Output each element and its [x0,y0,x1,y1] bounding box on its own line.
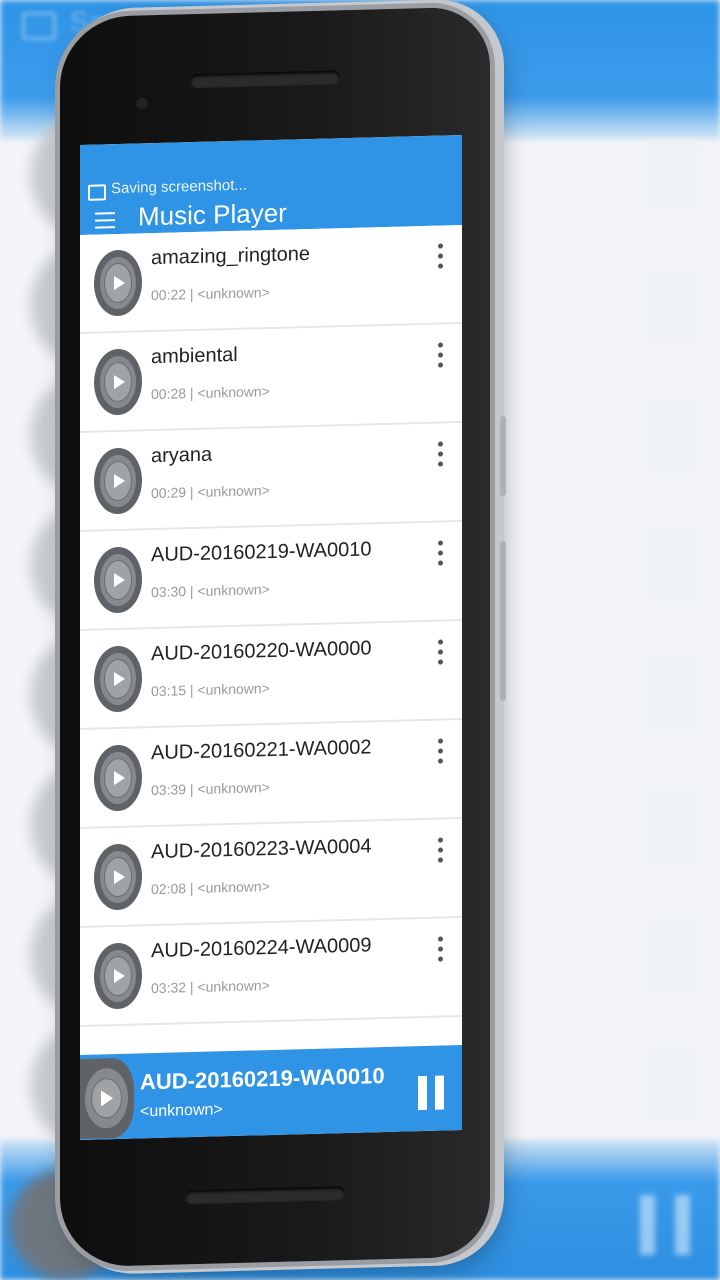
track-title: amazing_ringtone [151,242,310,270]
list-item[interactable]: aryana 00:29 | <unknown> [80,422,462,533]
disc-play-icon[interactable] [94,546,142,614]
track-title: AUD-20160223-WA0004 [151,835,372,864]
blurred-image-icon [22,12,56,40]
more-vert-icon[interactable] [438,342,444,368]
disc-play-icon[interactable] [94,744,142,812]
now-playing-bar[interactable]: AUD-20160219-WA0010 <unknown> [80,1044,462,1141]
list-item[interactable]: AUD-20160221-WA0002 03:39 | <unknown> [80,719,462,830]
blurred-more-icon [648,140,698,210]
track-title: AUD-20160224-WA0009 [151,934,372,963]
bottom-speaker [185,1186,345,1205]
track-meta: 03:39 | <unknown> [151,779,270,799]
phone-screen: Saving screenshot... Music Player amazin… [80,134,462,1141]
list-item[interactable]: AUD-20160220-WA0000 03:15 | <unknown> [80,620,462,731]
track-title: AUD-20160219-WA0010 [151,538,372,567]
track-title: AUD-20160220-WA0000 [151,637,372,666]
disc-play-icon[interactable] [94,348,142,416]
blurred-more-icon [648,270,698,340]
more-vert-icon[interactable] [438,738,444,764]
blurred-pause-icon [640,1195,690,1255]
hamburger-menu-icon[interactable] [95,212,115,229]
earpiece-speaker [190,70,340,89]
volume-button [500,415,506,497]
status-notification-text: Saving screenshot... [111,176,247,198]
blurred-more-icon [648,920,698,990]
track-meta: 03:30 | <unknown> [151,581,270,601]
track-meta: 00:28 | <unknown> [151,383,270,403]
blurred-more-icon [648,660,698,730]
disc-play-icon[interactable] [94,447,142,515]
power-button [500,540,506,702]
blurred-more-icon [648,1050,698,1120]
more-vert-icon[interactable] [438,441,444,467]
track-meta: 03:15 | <unknown> [151,680,270,700]
list-item[interactable]: amazing_ringtone 00:22 | <unknown> [80,224,462,335]
now-playing-artist: <unknown> [140,1101,223,1121]
track-meta: 03:32 | <unknown> [151,977,270,997]
more-vert-icon[interactable] [438,639,444,665]
blurred-more-icon [648,530,698,600]
blurred-more-icon [648,400,698,470]
list-item[interactable]: AUD-20160223-WA0004 02:08 | <unknown> [80,818,462,929]
track-list: amazing_ringtone 00:22 | <unknown> ambie… [80,224,462,1028]
app-bar: Saving screenshot... Music Player [80,134,462,236]
blurred-more-icon [648,790,698,860]
disc-play-icon[interactable] [94,843,142,911]
track-title: aryana [151,443,213,468]
track-title: ambiental [151,343,238,369]
page-title: Music Player [138,197,287,232]
now-playing-disc-icon[interactable] [80,1057,134,1140]
disc-play-icon[interactable] [94,942,142,1010]
more-vert-icon[interactable] [438,837,444,863]
pause-icon[interactable] [418,1075,444,1110]
more-vert-icon[interactable] [438,243,444,269]
more-vert-icon[interactable] [438,540,444,566]
disc-play-icon[interactable] [94,249,142,317]
list-item[interactable]: ambiental 00:28 | <unknown> [80,323,462,434]
list-item[interactable]: AUD-20160224-WA0009 03:32 | <unknown> [80,917,462,1028]
track-title: AUD-20160221-WA0002 [151,736,372,765]
track-meta: 00:22 | <unknown> [151,284,270,304]
now-playing-title: AUD-20160219-WA0010 [140,1063,385,1095]
disc-play-icon[interactable] [94,645,142,713]
list-item[interactable]: AUD-20160219-WA0010 03:30 | <unknown> [80,521,462,632]
image-icon [88,184,106,201]
front-camera [135,95,149,110]
track-meta: 02:08 | <unknown> [151,878,270,898]
more-vert-icon[interactable] [438,936,444,962]
track-meta: 00:29 | <unknown> [151,482,270,502]
